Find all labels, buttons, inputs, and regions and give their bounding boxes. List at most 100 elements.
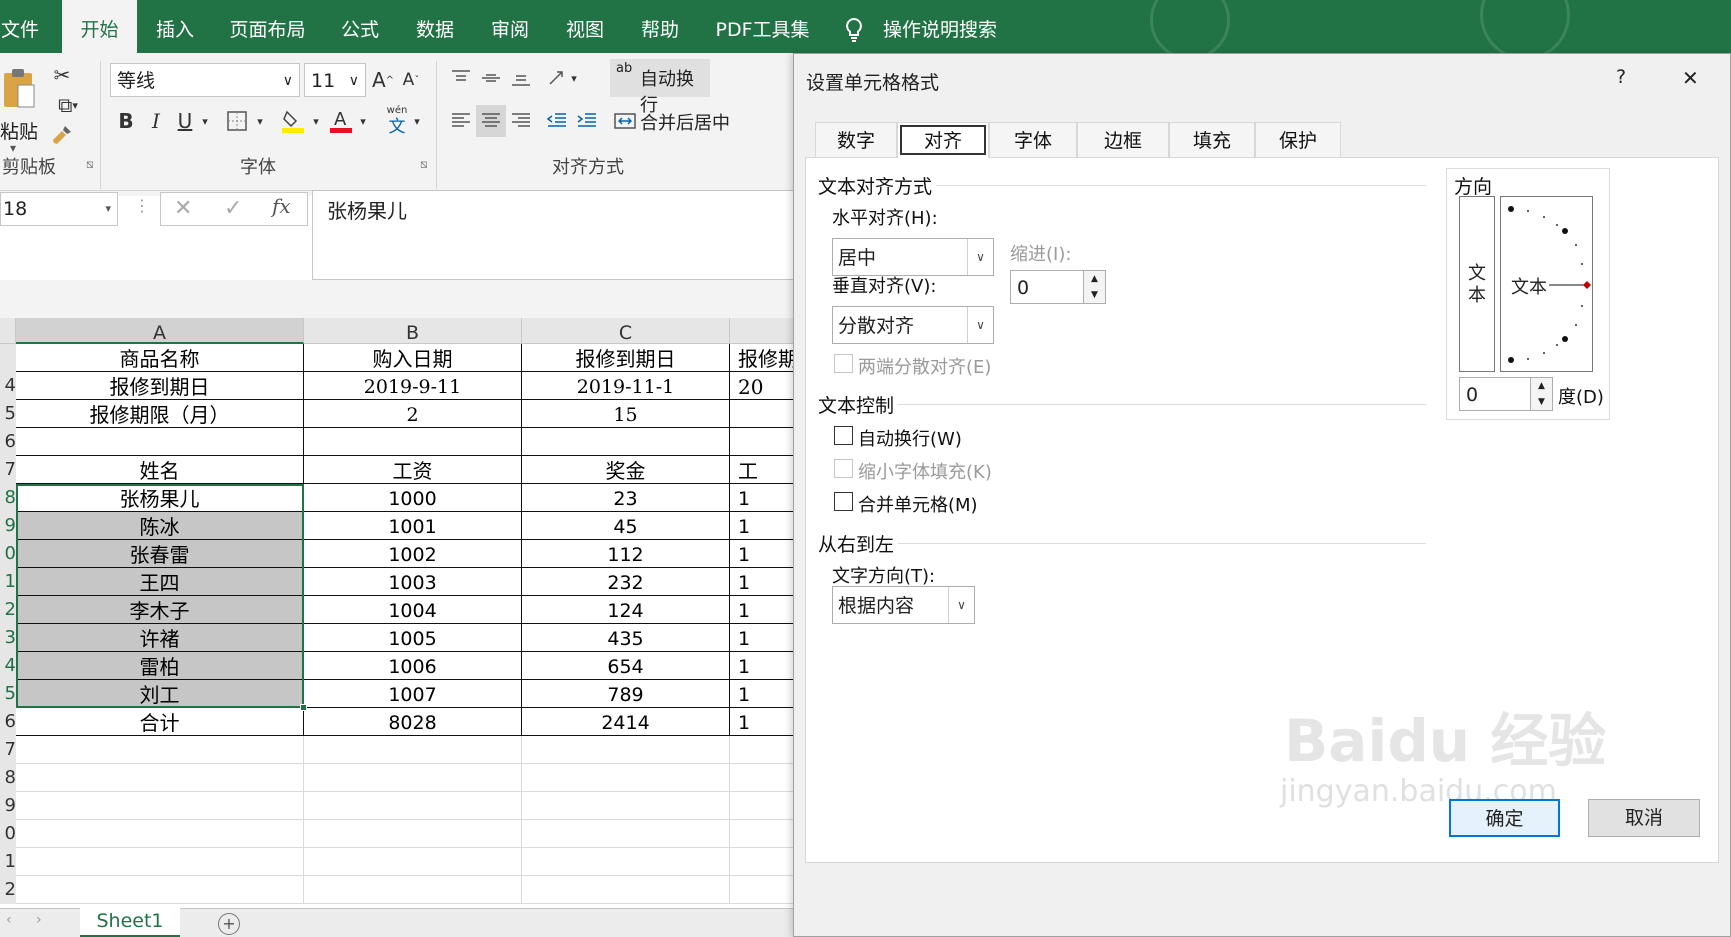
tab-review[interactable]: 审阅 bbox=[485, 0, 535, 53]
cell[interactable] bbox=[304, 736, 522, 764]
cell[interactable]: 陈冰 bbox=[16, 512, 304, 540]
orientation-icon[interactable]: ▾ bbox=[542, 63, 582, 93]
row-header[interactable] bbox=[0, 344, 16, 372]
row-header[interactable]: 0 bbox=[0, 540, 16, 568]
enter-icon[interactable]: ✓ bbox=[224, 196, 242, 221]
cell[interactable]: 2 bbox=[304, 400, 522, 428]
row-header[interactable]: 8 bbox=[0, 484, 16, 512]
horizontal-select[interactable]: 居中 ∨ bbox=[832, 238, 994, 276]
format-painter-icon[interactable] bbox=[48, 121, 76, 149]
chevron-down-icon[interactable]: ▾ bbox=[356, 105, 370, 137]
help-button[interactable]: ? bbox=[1616, 66, 1626, 88]
tab-help[interactable]: 帮助 bbox=[635, 0, 685, 53]
cell[interactable] bbox=[730, 736, 800, 764]
sheet-scroll-left-icon[interactable]: ‹ bbox=[6, 912, 12, 928]
tab-pdf-tools[interactable]: PDF工具集 bbox=[710, 0, 815, 53]
top-align-icon[interactable] bbox=[446, 63, 476, 93]
cell[interactable] bbox=[16, 428, 304, 456]
column-header[interactable]: B bbox=[304, 318, 522, 344]
tab-font[interactable]: 字体 bbox=[989, 122, 1077, 158]
add-sheet-button[interactable]: + bbox=[218, 913, 240, 935]
dialog-launcher-icon[interactable]: ⧅ bbox=[86, 157, 94, 172]
column-header[interactable] bbox=[730, 318, 800, 344]
row-header[interactable]: 5 bbox=[0, 680, 16, 708]
chevron-down-icon[interactable]: ∨ bbox=[948, 587, 974, 623]
cell[interactable] bbox=[304, 876, 522, 904]
cell[interactable]: 姓名 bbox=[16, 456, 304, 484]
insert-function-button[interactable]: fx bbox=[272, 194, 291, 218]
increase-font-size-button[interactable]: A ^ bbox=[370, 65, 396, 95]
row-header[interactable]: 1 bbox=[0, 848, 16, 876]
cell[interactable] bbox=[304, 428, 522, 456]
cell[interactable] bbox=[16, 736, 304, 764]
dialog-launcher-icon[interactable]: ⧅ bbox=[420, 157, 428, 172]
cell[interactable] bbox=[304, 792, 522, 820]
column-header[interactable]: A bbox=[16, 318, 304, 344]
row-header[interactable]: 5 bbox=[0, 400, 16, 428]
chevron-down-icon[interactable]: ∨ bbox=[349, 64, 359, 98]
tab-file[interactable]: 文件 bbox=[0, 0, 40, 53]
cell[interactable]: 王四 bbox=[16, 568, 304, 596]
cell[interactable]: 工 bbox=[730, 456, 800, 484]
cell[interactable] bbox=[522, 876, 730, 904]
cell[interactable]: 奖金 bbox=[522, 456, 730, 484]
cell[interactable]: 1003 bbox=[304, 568, 522, 596]
cell[interactable]: 1 bbox=[730, 512, 800, 540]
cell[interactable] bbox=[522, 820, 730, 848]
cell[interactable]: 789 bbox=[522, 680, 730, 708]
cell[interactable]: 45 bbox=[522, 512, 730, 540]
cell[interactable] bbox=[304, 820, 522, 848]
cell[interactable] bbox=[16, 848, 304, 876]
cell[interactable]: 李木子 bbox=[16, 596, 304, 624]
chevron-down-icon[interactable]: ▾ bbox=[198, 105, 212, 137]
fill-color-icon[interactable] bbox=[278, 105, 308, 137]
chevron-down-icon[interactable]: ▾ bbox=[410, 105, 424, 137]
underline-button[interactable]: U bbox=[172, 105, 198, 137]
spin-down-icon[interactable]: ▼ bbox=[1083, 287, 1105, 303]
italic-button[interactable]: I bbox=[142, 105, 170, 137]
justify-distributed-checkbox[interactable] bbox=[834, 354, 853, 373]
cell[interactable]: 报修期 bbox=[730, 344, 800, 372]
cell[interactable]: 1002 bbox=[304, 540, 522, 568]
cell[interactable]: 1006 bbox=[304, 652, 522, 680]
row-header[interactable]: 9 bbox=[0, 792, 16, 820]
tab-protection[interactable]: 保护 bbox=[1255, 122, 1341, 158]
cell[interactable] bbox=[16, 820, 304, 848]
paste-icon[interactable] bbox=[0, 63, 38, 115]
cell[interactable]: 报修到期日 bbox=[16, 372, 304, 400]
wrap-text-checkbox[interactable] bbox=[834, 426, 853, 445]
cell[interactable]: 购入日期 bbox=[304, 344, 522, 372]
cell[interactable] bbox=[16, 764, 304, 792]
cell[interactable]: 刘工 bbox=[16, 680, 304, 708]
vertical-select[interactable]: 分散对齐 ∨ bbox=[832, 306, 994, 344]
select-all-corner[interactable] bbox=[0, 318, 16, 344]
row-header[interactable]: 4 bbox=[0, 652, 16, 680]
formula-input[interactable]: 张杨果儿 bbox=[312, 190, 800, 280]
chevron-down-icon[interactable]: ▾ bbox=[105, 193, 111, 225]
borders-icon[interactable] bbox=[222, 105, 252, 137]
merge-cells-checkbox[interactable] bbox=[834, 492, 853, 511]
cell[interactable] bbox=[16, 792, 304, 820]
bold-button[interactable]: B bbox=[112, 105, 140, 137]
text-direction-select[interactable]: 根据内容 ∨ bbox=[832, 586, 975, 624]
cell[interactable]: 15 bbox=[522, 400, 730, 428]
fill-handle[interactable] bbox=[300, 704, 307, 711]
font-color-icon[interactable]: A bbox=[326, 105, 356, 137]
chevron-down-icon[interactable]: ▾ bbox=[253, 105, 267, 137]
tab-data[interactable]: 数据 bbox=[410, 0, 460, 53]
cell[interactable]: 雷柏 bbox=[16, 652, 304, 680]
tab-fill[interactable]: 填充 bbox=[1169, 122, 1255, 158]
increase-indent-icon[interactable] bbox=[572, 105, 602, 137]
cancel-button[interactable]: 取消 bbox=[1588, 799, 1700, 837]
tab-insert[interactable]: 插入 bbox=[145, 0, 205, 53]
tab-alignment[interactable]: 对齐 bbox=[897, 122, 989, 158]
chevron-down-icon[interactable]: ∨ bbox=[967, 307, 993, 343]
cell[interactable]: 435 bbox=[522, 624, 730, 652]
cell[interactable]: 1 bbox=[730, 680, 800, 708]
cell[interactable]: 商品名称 bbox=[16, 344, 304, 372]
tab-home[interactable]: 开始 bbox=[62, 0, 137, 53]
cell[interactable]: 许褚 bbox=[16, 624, 304, 652]
middle-align-icon[interactable] bbox=[476, 63, 506, 93]
cell[interactable] bbox=[522, 848, 730, 876]
paste-button[interactable]: 粘贴 bbox=[0, 117, 38, 144]
